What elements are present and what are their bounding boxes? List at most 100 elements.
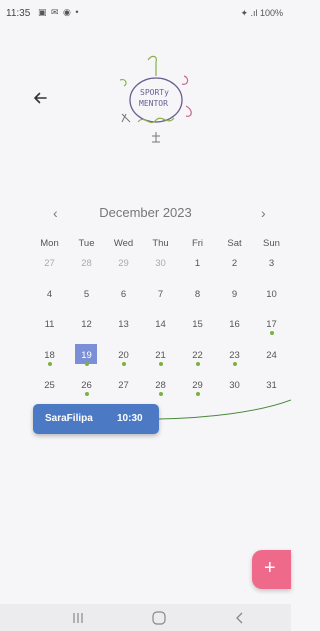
event-dot-icon — [47, 361, 52, 366]
calendar-day[interactable]: 5 — [68, 287, 105, 318]
day-number: 19 — [81, 349, 92, 361]
day-number: 18 — [44, 349, 55, 361]
calendar-day[interactable]: 17 — [253, 317, 290, 348]
calendar-day[interactable]: 29 — [105, 256, 142, 287]
calendar-week-row: 27 28 29 30 1 2 3 — [31, 256, 290, 287]
calendar-day[interactable]: 18 — [31, 348, 68, 379]
calendar-grid: 27 28 29 30 1 2 3 4 5 6 7 8 9 10 11 12 13 14 15 16 17 18 19 20 2… — [31, 256, 290, 409]
weekday-header: Mon Tue Wed Thu Fri Sat Sun — [31, 238, 290, 252]
day-number: 22 — [192, 349, 203, 361]
logo-text-line2: MENTOR — [139, 99, 168, 108]
calendar-day[interactable]: 15 — [179, 317, 216, 348]
day-number: 8 — [194, 288, 201, 300]
calendar-day[interactable]: 10 — [253, 287, 290, 318]
day-number: 28 — [81, 258, 92, 269]
day-number: 27 — [44, 258, 55, 269]
back-nav-icon[interactable] — [229, 610, 251, 626]
calendar-day[interactable]: 13 — [105, 317, 142, 348]
calendar-week-row: 11 12 13 14 15 16 17 — [31, 317, 290, 348]
event-dot-icon — [195, 392, 200, 396]
day-number: 16 — [229, 319, 240, 330]
day-number: 23 — [229, 349, 240, 361]
event-dot-icon — [269, 331, 274, 335]
calendar-day[interactable]: 20 — [105, 348, 142, 379]
calendar-day[interactable]: 21 — [142, 348, 179, 379]
day-number: 20 — [118, 349, 129, 361]
calendar-day[interactable]: 23 — [216, 348, 253, 379]
calendar-week-row: 4 5 6 7 8 9 10 — [31, 287, 290, 318]
calendar-day[interactable]: 22 — [179, 348, 216, 379]
event-dot-icon — [121, 361, 126, 366]
calendar-day[interactable]: 1 — [179, 256, 216, 287]
home-icon[interactable] — [148, 610, 170, 626]
calendar-day[interactable]: 14 — [142, 317, 179, 348]
event-dot-icon — [158, 361, 163, 366]
recent-apps-icon[interactable] — [67, 610, 89, 626]
weekday-label: Fri — [191, 238, 204, 249]
back-arrow-icon[interactable] — [30, 88, 50, 108]
day-number: 21 — [155, 349, 166, 361]
calendar-day[interactable]: 3 — [253, 256, 290, 287]
day-number: 24 — [266, 349, 277, 361]
day-number: 25 — [44, 380, 55, 391]
day-number: 5 — [83, 288, 90, 300]
notification-icons: ▣ ✉ ◉ • — [38, 7, 80, 17]
day-number: 13 — [118, 319, 129, 330]
sporty-mentor-logo: SPORTy MENTOR — [119, 55, 192, 143]
day-number: 27 — [118, 380, 129, 391]
event-time: 10:30 — [117, 413, 143, 424]
weekday-label: Wed — [113, 238, 134, 249]
day-number: 11 — [44, 319, 55, 330]
calendar-day[interactable]: 27 — [31, 256, 68, 287]
calendar-day[interactable]: 16 — [216, 317, 253, 348]
day-number: 30 — [229, 380, 240, 391]
calendar-day[interactable]: 28 — [68, 256, 105, 287]
day-number: 3 — [268, 258, 275, 269]
calendar-day[interactable]: 6 — [105, 287, 142, 318]
event-dot-icon — [84, 361, 89, 366]
calendar-day[interactable]: 7 — [142, 287, 179, 318]
day-number: 29 — [192, 380, 203, 391]
day-number: 30 — [155, 258, 166, 269]
calendar-day[interactable]: 4 — [31, 287, 68, 318]
event-dot-icon — [195, 361, 200, 366]
event-dot-icon — [84, 392, 89, 396]
calendar-day[interactable]: 30 — [142, 256, 179, 287]
calendar-day-selected[interactable]: 19 — [68, 343, 105, 379]
event-card[interactable]: SaraFilipa 10:30 — [33, 404, 159, 434]
event-name: SaraFilipa — [45, 413, 93, 424]
weekday-label: Tue — [78, 238, 95, 249]
next-month-button[interactable]: › — [261, 205, 266, 221]
weekday-label: Sun — [263, 238, 280, 249]
event-dot-icon — [158, 392, 163, 396]
event-connector-line — [159, 399, 291, 420]
event-dot-icon — [232, 361, 237, 366]
add-event-button[interactable]: + — [252, 550, 291, 589]
day-number: 26 — [81, 380, 92, 391]
day-number: 4 — [46, 288, 53, 300]
day-number: 9 — [231, 288, 238, 300]
day-number: 12 — [81, 319, 92, 330]
signal-battery-status: ✦ .ıl 100% — [240, 8, 283, 18]
calendar-day[interactable]: 11 — [31, 317, 68, 348]
calendar-day[interactable]: 8 — [179, 287, 216, 318]
month-navigation: ‹ December 2023 › — [0, 205, 291, 223]
day-number: 7 — [157, 288, 164, 300]
weekday-label: Sat — [227, 238, 242, 249]
weekday-label: Thu — [152, 238, 169, 249]
day-number: 14 — [155, 319, 166, 330]
day-number: 6 — [120, 288, 127, 300]
system-navigation-bar — [0, 604, 291, 631]
logo-text-line1: SPORTy — [140, 88, 169, 97]
calendar-day[interactable]: 9 — [216, 287, 253, 318]
plus-icon: + — [264, 557, 276, 579]
calendar-day[interactable]: 24 — [253, 348, 290, 379]
day-number: 28 — [155, 380, 166, 391]
status-bar: 11:35 ▣ ✉ ◉ • ✦ .ıl 100% — [0, 0, 291, 28]
day-number: 17 — [266, 319, 277, 330]
calendar-day[interactable]: 2 — [216, 256, 253, 287]
day-number: 31 — [266, 380, 277, 391]
day-number: 1 — [194, 258, 201, 269]
calendar-week-row: 18 19 20 21 22 23 24 — [31, 343, 290, 379]
day-number: 15 — [192, 319, 203, 330]
